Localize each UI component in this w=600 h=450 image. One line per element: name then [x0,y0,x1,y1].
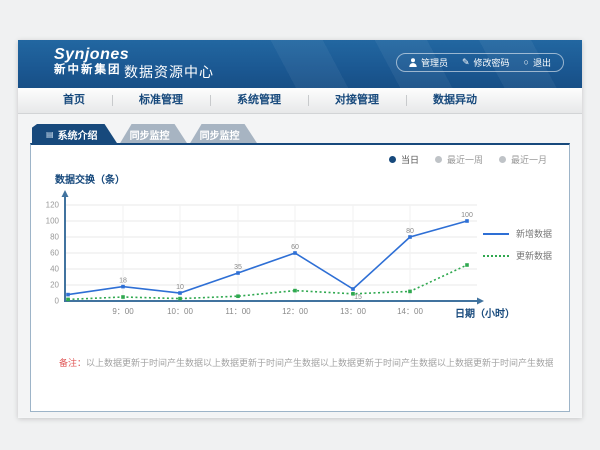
nav-item-5[interactable]: 数据异动 [406,88,504,113]
radio-option-3[interactable]: 最近一月 [499,153,547,166]
svg-text:13：00: 13：00 [340,307,366,316]
document-icon: ▤ [46,130,54,139]
svg-text:9：00: 9：00 [112,307,134,316]
radio-dot-icon [389,156,396,163]
tab-2[interactable]: 同步监控 [120,124,188,144]
edit-icon: ✎ [462,58,470,67]
logout-button[interactable]: ○ 退出 [524,56,551,69]
legend-label: 更新数据 [516,249,552,262]
tab-label: 系统介绍 [58,127,98,142]
svg-text:120: 120 [46,201,60,210]
content-area: ▤ 系统介绍 同步监控 同步监控 当日 最近一周 最近一月 数据交换（条） 0 20 40 60… [18,114,582,417]
radio-label: 最近一月 [511,153,547,166]
tab-bar: ▤ 系统介绍 同步监控 同步监控 [32,124,258,144]
time-range-filter: 当日 最近一周 最近一月 [389,153,547,166]
svg-text:10：00: 10：00 [167,307,193,316]
change-password-button[interactable]: ✎ 修改密码 [462,56,510,69]
brand-logo-subtext: 新中新集团 [54,64,129,77]
nav-item-1[interactable]: 首页 [36,88,112,113]
tab-label: 同步监控 [200,127,240,142]
svg-text:80: 80 [50,233,59,242]
radio-option-1[interactable]: 当日 [389,153,419,166]
svg-text:14：00: 14：00 [397,307,423,316]
radio-label: 当日 [401,153,419,166]
nav-item-4[interactable]: 对接管理 [308,88,406,113]
brand-logo[interactable]: Synjones 新中新集团 [54,46,129,76]
legend-item-1: 新增数据 [483,227,552,240]
svg-text:11：00: 11：00 [225,307,251,316]
x-axis-title: 日期（小时） [455,305,515,320]
desktop-background: Synjones 新中新集团 数据资源中心 管理员 ✎ 修改密码 ○ 退出 [0,0,600,450]
tab-1[interactable]: ▤ 系统介绍 [32,124,118,144]
radio-dot-icon [435,156,442,163]
svg-text:100: 100 [461,212,473,219]
tab-3[interactable]: 同步监控 [190,124,258,144]
y-axis-title: 数据交换（条） [55,171,125,186]
footnote: 备注：以上数据更新于时间产生数据以上数据更新于时间产生数据以上数据更新于时间产生… [59,356,553,369]
user-toolbar: 管理员 ✎ 修改密码 ○ 退出 [396,53,564,72]
chart-legend: 新增数据更新数据 [483,227,552,262]
svg-text:12：00: 12：00 [282,307,308,316]
app-window: Synjones 新中新集团 数据资源中心 管理员 ✎ 修改密码 ○ 退出 [18,40,582,418]
svg-text:20: 20 [50,281,59,290]
chart-panel: 当日 最近一周 最近一月 数据交换（条） 0 20 40 60 80 100 120 9：00 10… [30,143,570,412]
svg-text:60: 60 [291,244,299,251]
user-icon [409,58,417,67]
legend-line-icon [483,255,509,257]
current-user-button[interactable]: 管理员 [409,56,448,69]
nav-item-2[interactable]: 标准管理 [112,88,210,113]
svg-text:18: 18 [119,278,127,285]
app-header: Synjones 新中新集团 数据资源中心 管理员 ✎ 修改密码 ○ 退出 [18,40,582,88]
svg-text:0: 0 [55,297,60,306]
svg-text:15: 15 [354,294,362,301]
svg-text:80: 80 [406,228,414,235]
svg-text:10: 10 [176,284,184,291]
current-user-label: 管理员 [421,56,448,69]
svg-text:35: 35 [234,264,242,271]
footnote-label: 备注： [59,358,86,368]
nav-item-3[interactable]: 系统管理 [210,88,308,113]
main-nav: 首页标准管理系统管理对接管理数据异动 [18,88,582,114]
legend-line-icon [483,233,509,235]
brand-logo-text: Synjones [54,46,129,64]
radio-label: 最近一周 [447,153,483,166]
footnote-text: 以上数据更新于时间产生数据以上数据更新于时间产生数据以上数据更新于时间产生数据以… [86,358,553,368]
svg-text:40: 40 [50,265,59,274]
svg-text:100: 100 [46,217,60,226]
radio-option-2[interactable]: 最近一周 [435,153,483,166]
logout-label: 退出 [533,56,551,69]
legend-item-2: 更新数据 [483,249,552,262]
app-title: 数据资源中心 [124,62,214,82]
power-icon: ○ [524,58,529,67]
radio-dot-icon [499,156,506,163]
legend-label: 新增数据 [516,227,552,240]
tab-label: 同步监控 [130,127,170,142]
change-password-label: 修改密码 [474,56,510,69]
svg-text:60: 60 [50,249,59,258]
